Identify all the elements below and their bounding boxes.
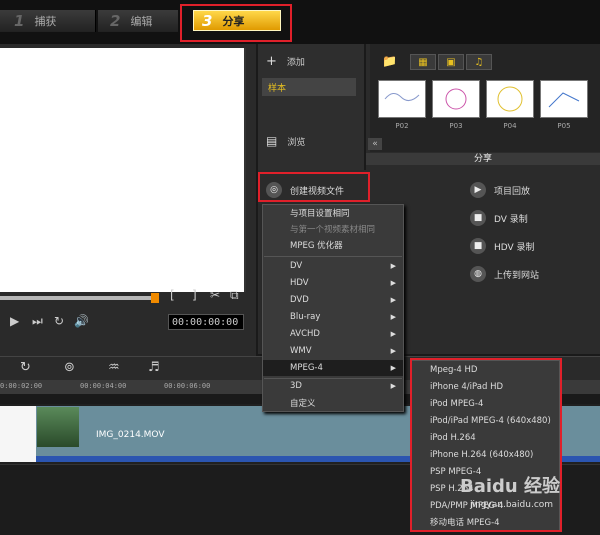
auto-music-icon[interactable]: ♬ — [148, 360, 160, 375]
project-playback-button[interactable]: ▶ 项目回放 — [470, 182, 530, 198]
menu-item[interactable]: 与项目设置相同 — [290, 206, 398, 222]
playback-icon: ▶ — [470, 182, 486, 198]
step-label: 编辑 — [130, 15, 153, 28]
clip-name: IMG_0214.MOV — [96, 430, 165, 440]
redo-icon[interactable]: ↻ — [20, 360, 31, 375]
submenu-arrow-icon: ▶ — [390, 364, 396, 372]
video-filter-icon[interactable]: ▦ — [410, 54, 436, 70]
globe-icon: ◍ — [470, 266, 486, 282]
clip-white[interactable] — [0, 406, 36, 462]
menu-separator — [264, 256, 402, 257]
step-label: 捕获 — [34, 15, 57, 28]
project-playback-label: 项目回放 — [494, 186, 531, 197]
camera-icon: ■ — [470, 210, 486, 226]
browse-button[interactable]: ▤ 浏览 — [266, 134, 305, 148]
submenu-arrow-icon: ▶ — [390, 347, 396, 355]
preview-screen — [0, 48, 246, 292]
annotation-highlight-share — [180, 4, 292, 42]
menu-item-label: MPEG-4 — [290, 363, 323, 373]
collapse-icon[interactable]: « — [368, 138, 382, 150]
menu-item[interactable]: WMV ▶ — [290, 343, 398, 359]
repeat-icon[interactable]: ↻ — [54, 314, 64, 328]
browse-label: 浏览 — [287, 137, 306, 148]
menu-item-label: 与第一个视频素材相同 — [290, 225, 376, 235]
menu-item-label: 自定义 — [290, 399, 316, 409]
menu-item[interactable]: 自定义 — [290, 396, 398, 412]
step-edit-tab[interactable]: 2 编辑 — [98, 10, 178, 32]
folder-icon[interactable]: 📁 — [382, 54, 397, 68]
copy-icon[interactable]: ⧉ — [230, 288, 239, 303]
media-thumbnail[interactable] — [432, 80, 480, 118]
plus-icon: + — [266, 54, 277, 69]
watermark-url: jingyan.baidu.com — [470, 500, 554, 510]
thumbnail-label: P03 — [449, 122, 463, 130]
menu-item-label: Blu-ray — [290, 312, 321, 322]
timecode-field[interactable]: 00:00:00:00 — [168, 314, 244, 330]
menu-item-label: 3D — [290, 381, 302, 391]
ruler-tick: 0:00:02:00 — [0, 382, 43, 390]
dv-record-button[interactable]: ■ DV 录制 — [470, 210, 528, 226]
library-item-sample[interactable]: 样本 — [262, 78, 356, 96]
menu-item-label: AVCHD — [290, 329, 320, 339]
volume-icon[interactable]: 🔊 — [74, 314, 89, 328]
submenu-arrow-icon: ▶ — [390, 382, 396, 390]
play-icon[interactable]: ▶ — [10, 314, 19, 328]
menu-item-label: MPEG 优化器 — [290, 241, 343, 251]
share-section-header: 分享 — [366, 153, 600, 165]
scrub-bar[interactable] — [0, 296, 155, 300]
scrub-handle[interactable] — [151, 293, 159, 303]
add-button[interactable]: + 添加 — [266, 54, 305, 69]
camera-icon: ■ — [470, 238, 486, 254]
submenu-arrow-icon: ▶ — [390, 262, 396, 270]
menu-item[interactable]: MPEG 优化器 — [290, 238, 398, 254]
submenu-arrow-icon: ▶ — [390, 296, 396, 304]
menu-item-label: WMV — [290, 346, 312, 356]
media-thumbnail[interactable] — [486, 80, 534, 118]
clip-thumbnail — [37, 407, 79, 447]
photo-filter-icon[interactable]: ▣ — [438, 54, 464, 70]
scissors-icon[interactable]: ✂ — [210, 288, 220, 302]
media-thumbnail[interactable] — [378, 80, 426, 118]
thumbnail-label: P02 — [395, 122, 409, 130]
menu-item[interactable]: HDV ▶ — [290, 275, 398, 291]
menu-item[interactable]: AVCHD ▶ — [290, 326, 398, 342]
audio-filter-icon[interactable]: ♫ — [466, 54, 492, 70]
browse-icon: ▤ — [266, 134, 278, 148]
menu-item: 与第一个视频素材相同 — [290, 222, 398, 238]
submenu-arrow-icon: ▶ — [390, 313, 396, 321]
step-capture-tab[interactable]: 1 捕获 — [0, 10, 96, 32]
upload-web-button[interactable]: ◍ 上传到网站 — [470, 266, 539, 282]
menu-item[interactable]: MPEG-4 ▶ — [290, 360, 398, 376]
hdv-record-label: HDV 录制 — [494, 242, 535, 253]
hdv-record-button[interactable]: ■ HDV 录制 — [470, 238, 535, 254]
submenu-arrow-icon: ▶ — [390, 279, 396, 287]
menu-item[interactable]: DV ▶ — [290, 258, 398, 274]
record-icon[interactable]: ⊚ — [64, 360, 75, 375]
thumbnail-label: P04 — [503, 122, 517, 130]
submenu-arrow-icon: ▶ — [390, 330, 396, 338]
step-number: 2 — [110, 12, 121, 30]
ruler-tick: 00:00:04:00 — [80, 382, 127, 390]
thumbnail-label: P05 — [557, 122, 571, 130]
menu-item-label: DVD — [290, 295, 309, 305]
menu-item[interactable]: DVD ▶ — [290, 292, 398, 308]
annotation-highlight-create — [258, 172, 370, 202]
next-frame-icon[interactable]: ⏭ — [32, 314, 43, 329]
add-label: 添加 — [286, 58, 305, 68]
ruler-tick: 00:00:06:00 — [164, 382, 211, 390]
audio-mixer-icon[interactable]: ♒ — [108, 360, 120, 375]
watermark-logo: Baidu 经验 — [460, 476, 561, 497]
mark-in-button[interactable]: [ — [170, 288, 175, 302]
step-number: 1 — [14, 12, 25, 30]
menu-item-label: HDV — [290, 278, 309, 288]
menu-item[interactable]: Blu-ray ▶ — [290, 309, 398, 325]
upload-web-label: 上传到网站 — [494, 270, 540, 281]
media-thumbnail[interactable] — [540, 80, 588, 118]
mark-out-button[interactable]: ] — [192, 288, 197, 302]
menu-item[interactable]: 3D ▶ — [290, 378, 398, 394]
dv-record-label: DV 录制 — [494, 214, 528, 225]
menu-item-label: DV — [290, 261, 303, 271]
menu-item-label: 与项目设置相同 — [290, 209, 350, 219]
